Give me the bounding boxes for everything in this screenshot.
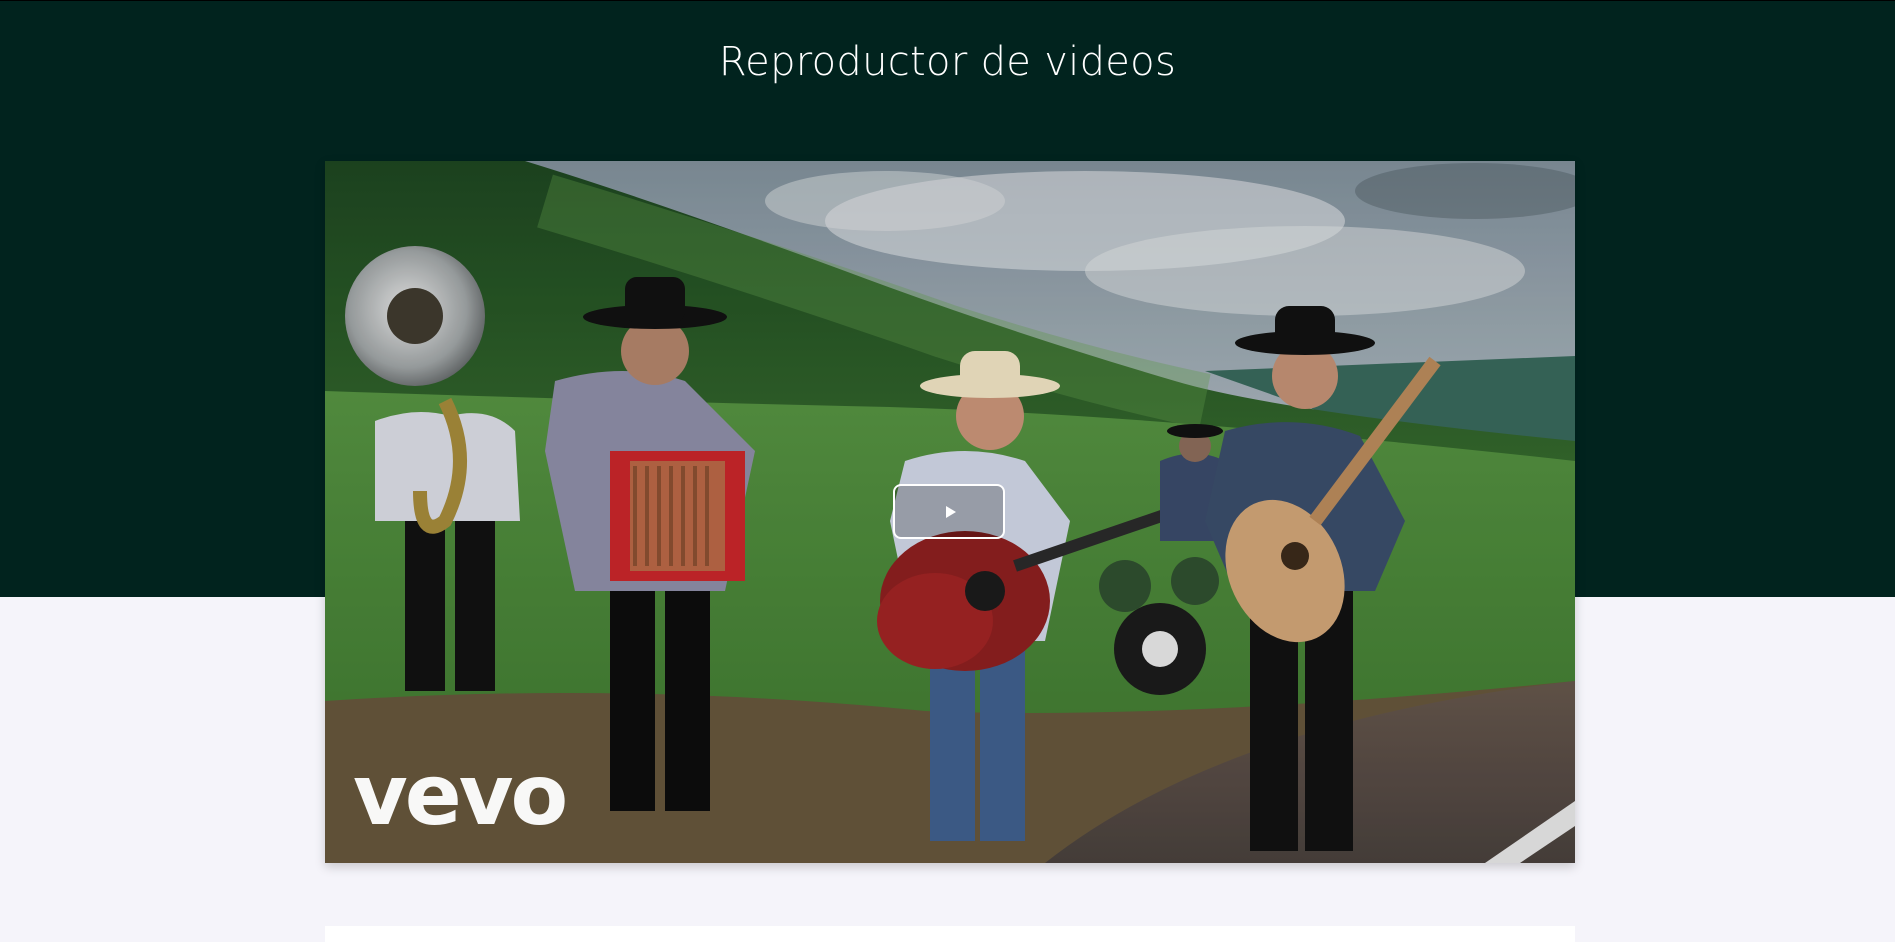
play-icon (945, 505, 956, 518)
vevo-logo: vevo (353, 746, 568, 844)
play-button[interactable] (893, 484, 1005, 539)
content-card (325, 926, 1575, 942)
video-player[interactable]: vevo (325, 161, 1575, 863)
page-title: Reproductor de videos (718, 39, 1177, 85)
hero-top-border (0, 0, 1895, 1)
